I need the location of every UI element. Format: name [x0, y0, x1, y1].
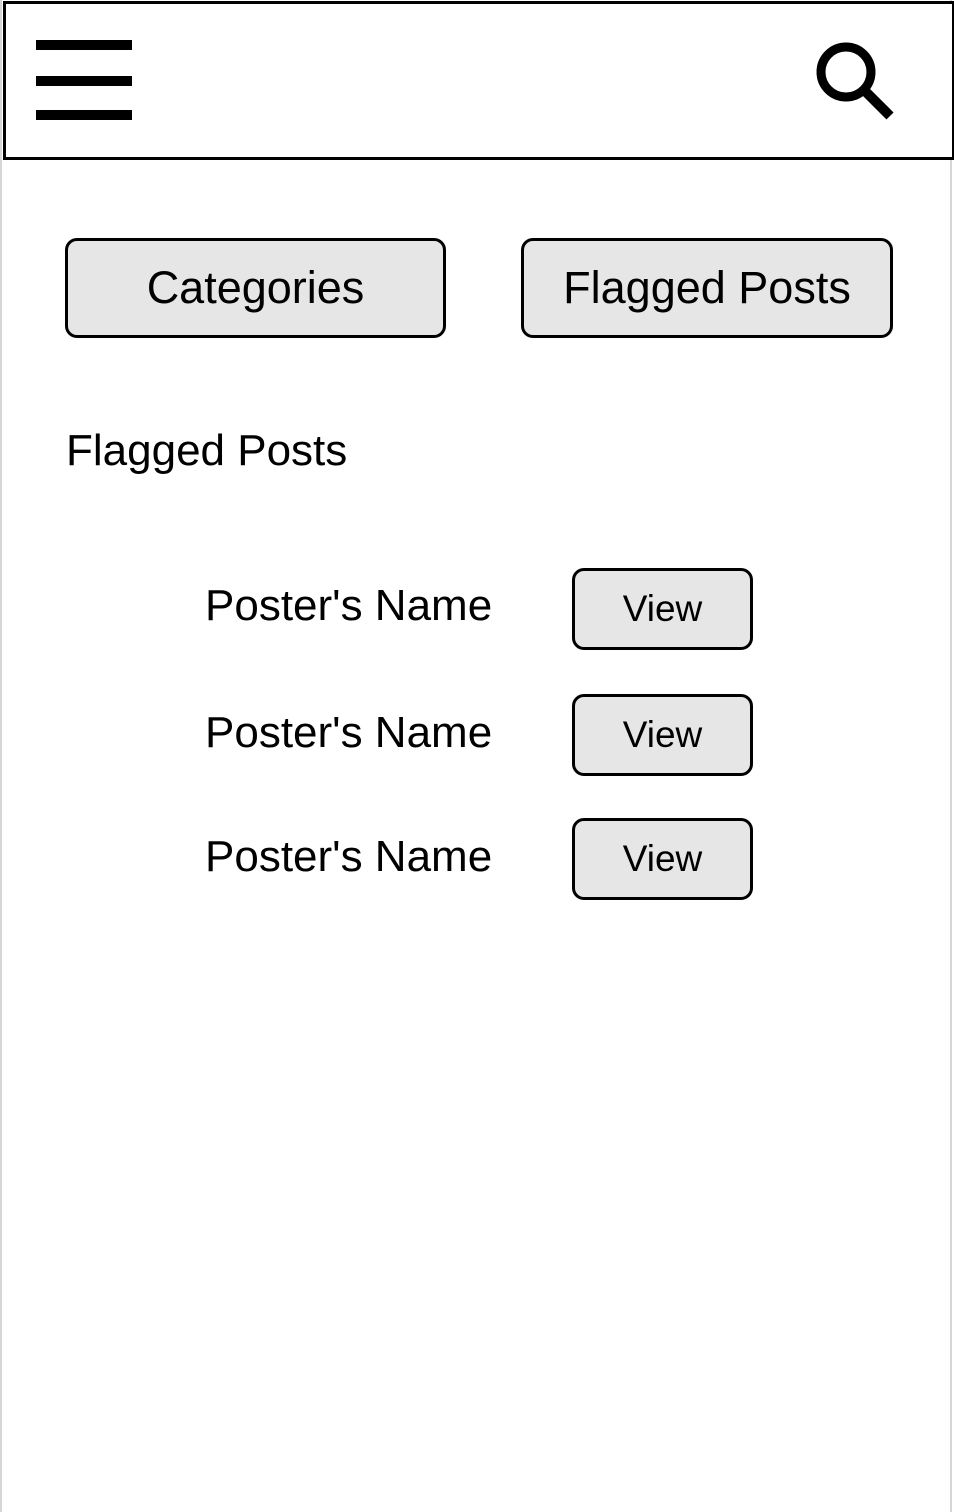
view-button[interactable]: View — [572, 568, 753, 650]
menu-line — [36, 40, 132, 50]
poster-name: Poster's Name — [205, 832, 493, 881]
page-title: Flagged Posts — [66, 426, 348, 475]
poster-name: Poster's Name — [205, 581, 493, 630]
view-button[interactable]: View — [572, 818, 753, 900]
hamburger-menu-icon[interactable] — [36, 40, 132, 122]
categories-button[interactable]: Categories — [65, 238, 446, 338]
menu-line — [36, 110, 132, 120]
app-frame: Categories Flagged Posts Flagged Posts P… — [0, 0, 954, 1512]
menu-line — [36, 76, 132, 86]
search-icon[interactable] — [814, 40, 896, 122]
view-button[interactable]: View — [572, 694, 753, 776]
flagged-posts-button[interactable]: Flagged Posts — [521, 238, 893, 338]
poster-name: Poster's Name — [205, 708, 493, 757]
top-bar — [3, 1, 954, 160]
